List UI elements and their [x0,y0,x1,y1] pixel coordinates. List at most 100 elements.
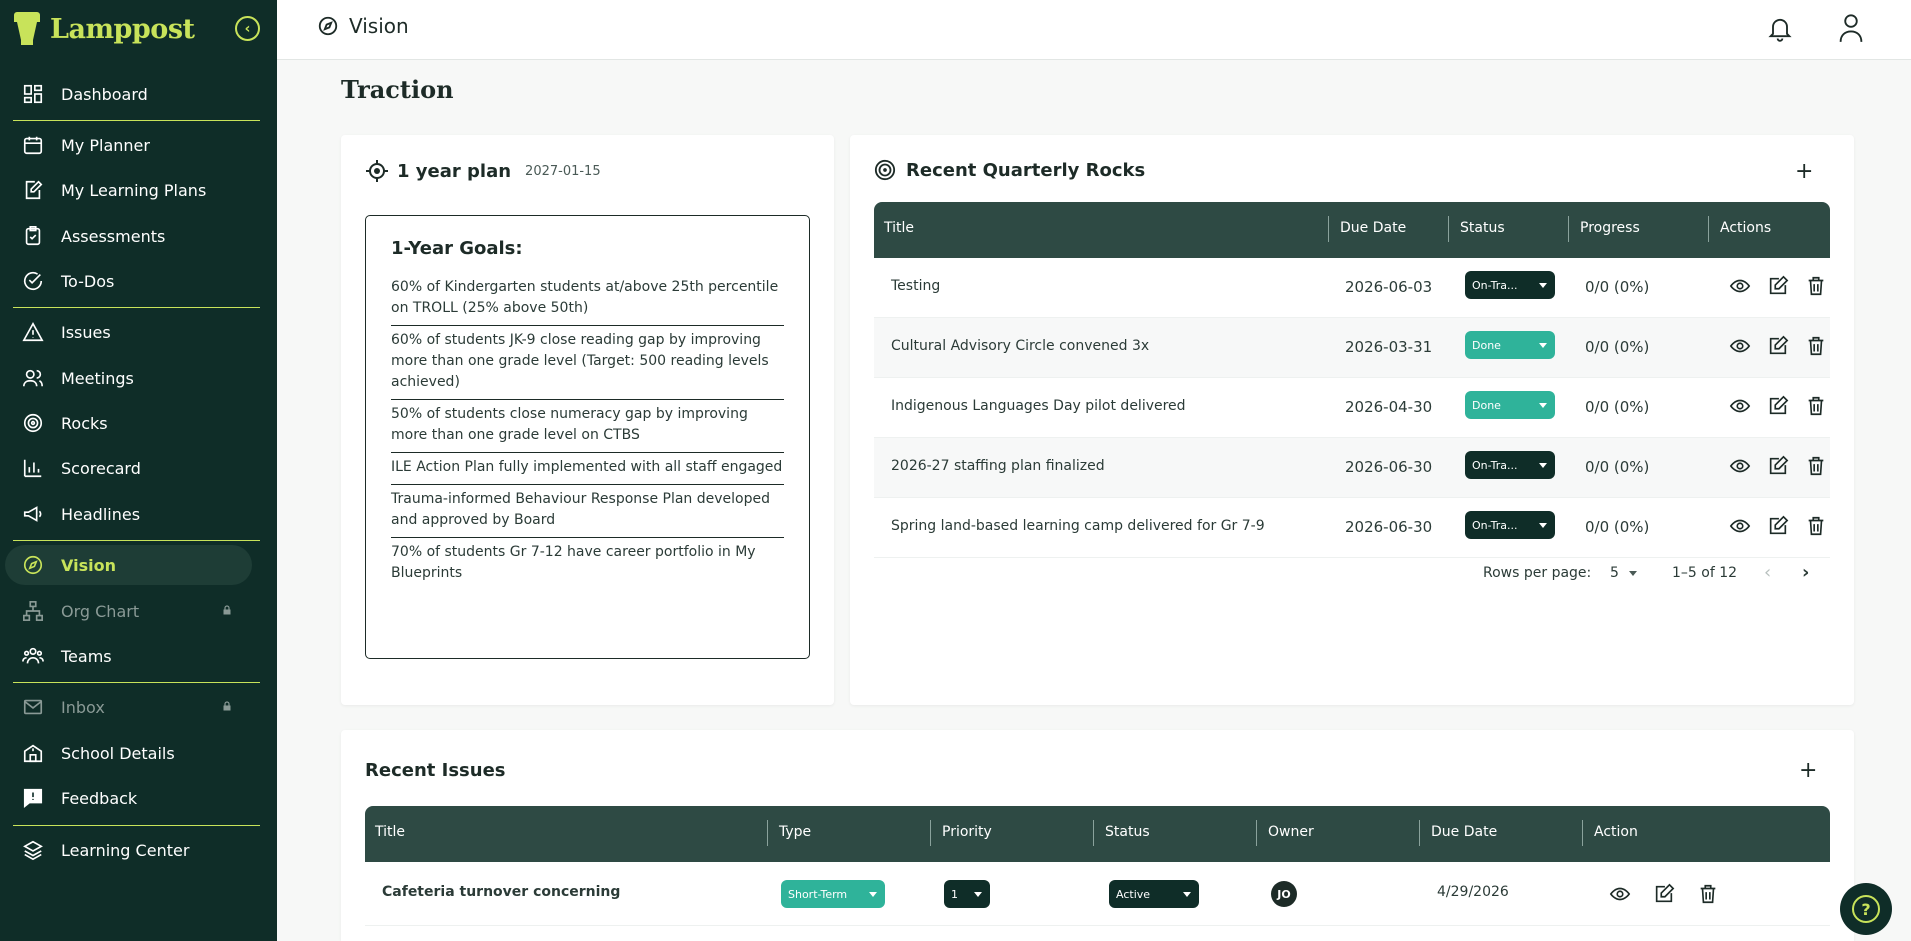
column-divider [1419,820,1420,846]
sidebar-item-dashboard[interactable]: Dashboard [5,74,252,114]
sidebar-item-scorecard[interactable]: Scorecard [5,448,252,488]
add-rock-button[interactable]: + [1795,159,1813,184]
org-chart-icon [21,599,45,623]
column-header-title[interactable]: Title [375,824,405,840]
lamp-icon [12,12,42,46]
edit-button[interactable] [1767,395,1789,417]
type-dropdown[interactable]: Short-Term [781,880,885,908]
delete-button[interactable] [1805,335,1827,357]
nav-divider [13,682,260,683]
issues-title: Recent Issues [365,760,506,781]
sidebar-item-meetings[interactable]: Meetings [5,358,252,398]
notifications-button[interactable] [1766,14,1794,46]
sidebar-item-assessments[interactable]: Assessments [5,216,252,256]
rows-per-page-select[interactable]: 5 [1610,565,1637,581]
sidebar-item-label: My Learning Plans [61,180,207,200]
page-title: Traction [341,75,454,104]
column-header-priority[interactable]: Priority [942,824,992,840]
next-page-button[interactable]: › [1802,562,1809,583]
collapse-sidebar-button[interactable]: ‹ [235,16,260,41]
view-button[interactable] [1729,455,1751,477]
caret-down-icon [1539,343,1547,348]
rocks-header: Recent Quarterly Rocks [874,159,1145,181]
issue-due-date: 4/29/2026 [1437,884,1509,900]
view-button[interactable] [1729,275,1751,297]
sidebar-item-org-chart[interactable]: Org Chart [5,591,252,631]
delete-button[interactable] [1805,395,1827,417]
chevron-left-icon: ‹ [1764,562,1772,583]
column-header-type[interactable]: Type [779,824,811,840]
status-dropdown[interactable]: On-Tra... [1465,511,1555,539]
add-issue-button[interactable]: + [1799,758,1817,783]
sidebar-item-label: Teams [61,646,112,666]
view-button[interactable] [1729,515,1751,537]
sidebar-item-my-learning-plans[interactable]: My Learning Plans [5,170,252,210]
status-dropdown[interactable]: Active [1109,880,1199,908]
delete-button[interactable] [1805,275,1827,297]
user-menu-button[interactable] [1837,13,1865,47]
edit-button[interactable] [1653,883,1675,905]
caret-down-icon [1539,463,1547,468]
view-button[interactable] [1729,395,1751,417]
priority-dropdown[interactable]: 1 [944,880,990,908]
edit-button[interactable] [1767,455,1789,477]
sidebar-item-issues[interactable]: Issues [5,312,252,352]
delete-button[interactable] [1805,515,1827,537]
caret-down-icon [1539,523,1547,528]
help-button[interactable]: ? [1840,883,1892,935]
sidebar-item-headlines[interactable]: Headlines [5,494,252,534]
column-header-status[interactable]: Status [1460,220,1505,236]
status-dropdown[interactable]: Done [1465,391,1555,419]
target-icon [21,411,45,435]
sidebar-item-label: Scorecard [61,458,141,478]
table-row: Spring land-based learning camp delivere… [874,498,1830,558]
sidebar-item-to-dos[interactable]: To-Dos [5,261,252,301]
sidebar-item-label: Inbox [61,697,105,717]
rock-progress: 0/0 (0%) [1585,278,1650,296]
edit-button[interactable] [1767,275,1789,297]
sidebar-item-rocks[interactable]: Rocks [5,403,252,443]
column-header-progress[interactable]: Progress [1580,220,1640,236]
table-row: Indigenous Languages Day pilot delivered… [874,378,1830,438]
status-dropdown[interactable]: Done [1465,331,1555,359]
status-dropdown[interactable]: On-Tra... [1465,451,1555,479]
column-header-owner[interactable]: Owner [1268,824,1314,840]
column-header-due-date[interactable]: Due Date [1431,824,1497,840]
sidebar-item-vision[interactable]: Vision [5,545,252,585]
delete-button[interactable] [1805,455,1827,477]
caret-down-icon [1183,892,1191,897]
view-button[interactable] [1609,883,1631,905]
delete-button[interactable] [1697,883,1719,905]
edit-button[interactable] [1767,335,1789,357]
rock-due-date: 2026-03-31 [1345,338,1433,356]
column-header-title[interactable]: Title [884,220,914,236]
view-button[interactable] [1729,335,1751,357]
sidebar-item-inbox[interactable]: Inbox [5,687,252,727]
eye-icon [1609,887,1631,901]
lamppost-logo[interactable]: Lamppost [12,12,195,46]
sidebar-item-teams[interactable]: Teams [5,636,252,676]
nav-divider [13,825,260,826]
sidebar-item-school-details[interactable]: School Details [5,733,252,773]
sidebar-item-learning-center[interactable]: Learning Center [5,830,252,870]
sidebar-item-my-planner[interactable]: My Planner [5,125,252,165]
avatar[interactable]: JO [1271,881,1297,907]
column-divider [767,820,768,846]
status-value: On-Tra... [1472,518,1518,532]
column-header-due-date[interactable]: Due Date [1340,220,1406,236]
rock-progress: 0/0 (0%) [1585,398,1650,416]
status-dropdown[interactable]: On-Tra... [1465,271,1555,299]
sidebar-item-feedback[interactable]: Feedback [5,778,252,818]
goal-item: 70% of students Gr 7-12 have career port… [391,544,756,581]
page-breadcrumb: Vision [317,14,409,38]
edit-button[interactable] [1767,515,1789,537]
trash-icon [1808,456,1824,476]
nav-divider [13,540,260,541]
edit-icon [1655,883,1675,903]
rows-per-page-value: 5 [1610,565,1619,581]
sidebar: Lamppost ‹ Dashboard My Planner My Learn… [0,0,277,941]
warning-icon [21,320,45,344]
column-divider [1448,216,1449,242]
previous-page-button[interactable]: ‹ [1764,562,1771,583]
column-header-status[interactable]: Status [1105,824,1150,840]
